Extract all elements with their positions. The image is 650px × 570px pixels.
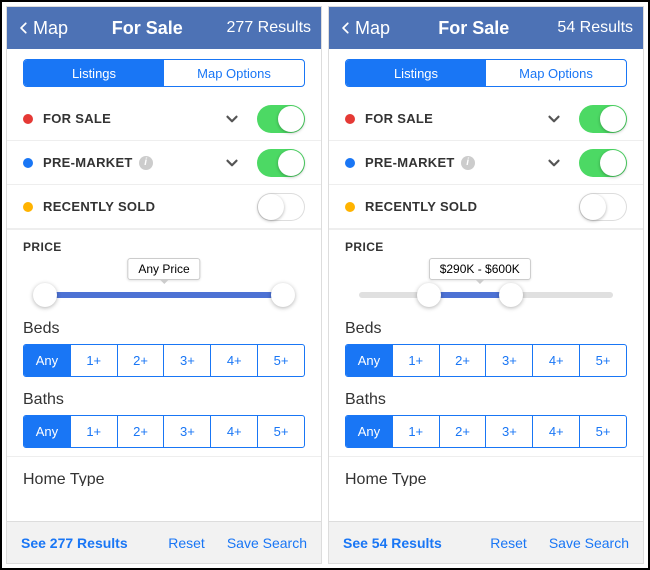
beds-option[interactable]: 3+ bbox=[164, 345, 211, 376]
beds-option[interactable]: Any bbox=[24, 345, 71, 376]
toggle-pre-market[interactable] bbox=[579, 149, 627, 177]
beds-option[interactable]: 2+ bbox=[440, 345, 487, 376]
status-dot bbox=[345, 114, 355, 124]
filter-row-recently-sold: RECENTLY SOLD bbox=[329, 185, 643, 229]
price-tooltip: Any Price bbox=[127, 258, 200, 280]
tab-map-options[interactable]: Map Options bbox=[486, 60, 626, 86]
footer-bar: See 54 Results Reset Save Search bbox=[329, 521, 643, 563]
back-label: Map bbox=[355, 18, 390, 39]
baths-options: Any1+2+3+4+5+ bbox=[345, 415, 627, 448]
beds-option[interactable]: 5+ bbox=[580, 345, 626, 376]
section-home-type[interactable]: Home Type bbox=[329, 456, 643, 486]
section-home-type[interactable]: Home Type bbox=[7, 456, 321, 486]
info-icon[interactable]: i bbox=[461, 156, 475, 170]
results-count: 54 Results bbox=[557, 19, 633, 37]
tab-listings[interactable]: Listings bbox=[24, 60, 164, 86]
status-dot bbox=[23, 158, 33, 168]
chevron-down-icon[interactable] bbox=[223, 154, 241, 172]
beds-option[interactable]: 1+ bbox=[393, 345, 440, 376]
baths-option[interactable]: 3+ bbox=[486, 416, 533, 447]
beds-option[interactable]: 3+ bbox=[486, 345, 533, 376]
back-button[interactable]: Map bbox=[17, 17, 68, 39]
save-search-button[interactable]: Save Search bbox=[549, 535, 629, 551]
reset-button[interactable]: Reset bbox=[490, 535, 527, 551]
section-label-baths: Baths bbox=[329, 385, 643, 415]
chevron-down-icon[interactable] bbox=[545, 154, 563, 172]
chevron-down-icon[interactable] bbox=[545, 110, 563, 128]
filter-label: PRE-MARKET bbox=[365, 155, 455, 170]
beds-option[interactable]: 4+ bbox=[211, 345, 258, 376]
baths-option[interactable]: 2+ bbox=[440, 416, 487, 447]
baths-option[interactable]: 1+ bbox=[71, 416, 118, 447]
page-title: For Sale bbox=[112, 18, 183, 39]
segmented-control: ListingsMap Options bbox=[23, 59, 305, 87]
baths-option[interactable]: Any bbox=[346, 416, 393, 447]
beds-option[interactable]: 4+ bbox=[533, 345, 580, 376]
price-slider[interactable]: $290K - $600K bbox=[329, 258, 643, 314]
beds-option[interactable]: 5+ bbox=[258, 345, 304, 376]
chevron-down-icon[interactable] bbox=[223, 110, 241, 128]
section-label-beds: Beds bbox=[7, 314, 321, 344]
status-dot bbox=[345, 202, 355, 212]
status-dot bbox=[345, 158, 355, 168]
filter-row-for-sale: FOR SALE bbox=[329, 97, 643, 141]
price-slider[interactable]: Any Price bbox=[7, 258, 321, 314]
toggle-recently-sold[interactable] bbox=[257, 193, 305, 221]
baths-option[interactable]: Any bbox=[24, 416, 71, 447]
info-icon[interactable]: i bbox=[139, 156, 153, 170]
toggle-pre-market[interactable] bbox=[257, 149, 305, 177]
results-count: 277 Results bbox=[227, 19, 312, 37]
tab-listings[interactable]: Listings bbox=[346, 60, 486, 86]
beds-options: Any1+2+3+4+5+ bbox=[345, 344, 627, 377]
slider-handle-min[interactable] bbox=[417, 283, 441, 307]
reset-button[interactable]: Reset bbox=[168, 535, 205, 551]
filter-row-recently-sold: RECENTLY SOLD bbox=[7, 185, 321, 229]
save-search-button[interactable]: Save Search bbox=[227, 535, 307, 551]
filter-label: FOR SALE bbox=[365, 111, 433, 126]
section-label-price: PRICE bbox=[7, 229, 321, 258]
baths-option[interactable]: 4+ bbox=[533, 416, 580, 447]
baths-option[interactable]: 2+ bbox=[118, 416, 165, 447]
beds-options: Any1+2+3+4+5+ bbox=[23, 344, 305, 377]
baths-option[interactable]: 5+ bbox=[258, 416, 304, 447]
beds-option[interactable]: Any bbox=[346, 345, 393, 376]
baths-option[interactable]: 3+ bbox=[164, 416, 211, 447]
back-button[interactable]: Map bbox=[339, 17, 390, 39]
footer-bar: See 277 Results Reset Save Search bbox=[7, 521, 321, 563]
baths-options: Any1+2+3+4+5+ bbox=[23, 415, 305, 448]
toggle-for-sale[interactable] bbox=[257, 105, 305, 133]
baths-option[interactable]: 1+ bbox=[393, 416, 440, 447]
segmented-control: ListingsMap Options bbox=[345, 59, 627, 87]
beds-option[interactable]: 2+ bbox=[118, 345, 165, 376]
filter-label: FOR SALE bbox=[43, 111, 111, 126]
back-label: Map bbox=[33, 18, 68, 39]
section-label-beds: Beds bbox=[329, 314, 643, 344]
status-dot bbox=[23, 202, 33, 212]
status-dot bbox=[23, 114, 33, 124]
page-title: For Sale bbox=[438, 18, 509, 39]
see-results-button[interactable]: See 54 Results bbox=[343, 535, 442, 551]
filter-row-pre-market: PRE-MARKET i bbox=[7, 141, 321, 185]
slider-handle-max[interactable] bbox=[499, 283, 523, 307]
toggle-recently-sold[interactable] bbox=[579, 193, 627, 221]
beds-option[interactable]: 1+ bbox=[71, 345, 118, 376]
filter-label: PRE-MARKET bbox=[43, 155, 133, 170]
see-results-button[interactable]: See 277 Results bbox=[21, 535, 128, 551]
filter-row-pre-market: PRE-MARKET i bbox=[329, 141, 643, 185]
tab-map-options[interactable]: Map Options bbox=[164, 60, 304, 86]
slider-handle-min[interactable] bbox=[33, 283, 57, 307]
price-tooltip: $290K - $600K bbox=[429, 258, 531, 280]
baths-option[interactable]: 4+ bbox=[211, 416, 258, 447]
filter-label: RECENTLY SOLD bbox=[365, 199, 477, 214]
toggle-for-sale[interactable] bbox=[579, 105, 627, 133]
slider-fill bbox=[45, 292, 284, 298]
section-label-price: PRICE bbox=[329, 229, 643, 258]
baths-option[interactable]: 5+ bbox=[580, 416, 626, 447]
slider-handle-max[interactable] bbox=[271, 283, 295, 307]
filter-row-for-sale: FOR SALE bbox=[7, 97, 321, 141]
section-label-baths: Baths bbox=[7, 385, 321, 415]
filter-label: RECENTLY SOLD bbox=[43, 199, 155, 214]
